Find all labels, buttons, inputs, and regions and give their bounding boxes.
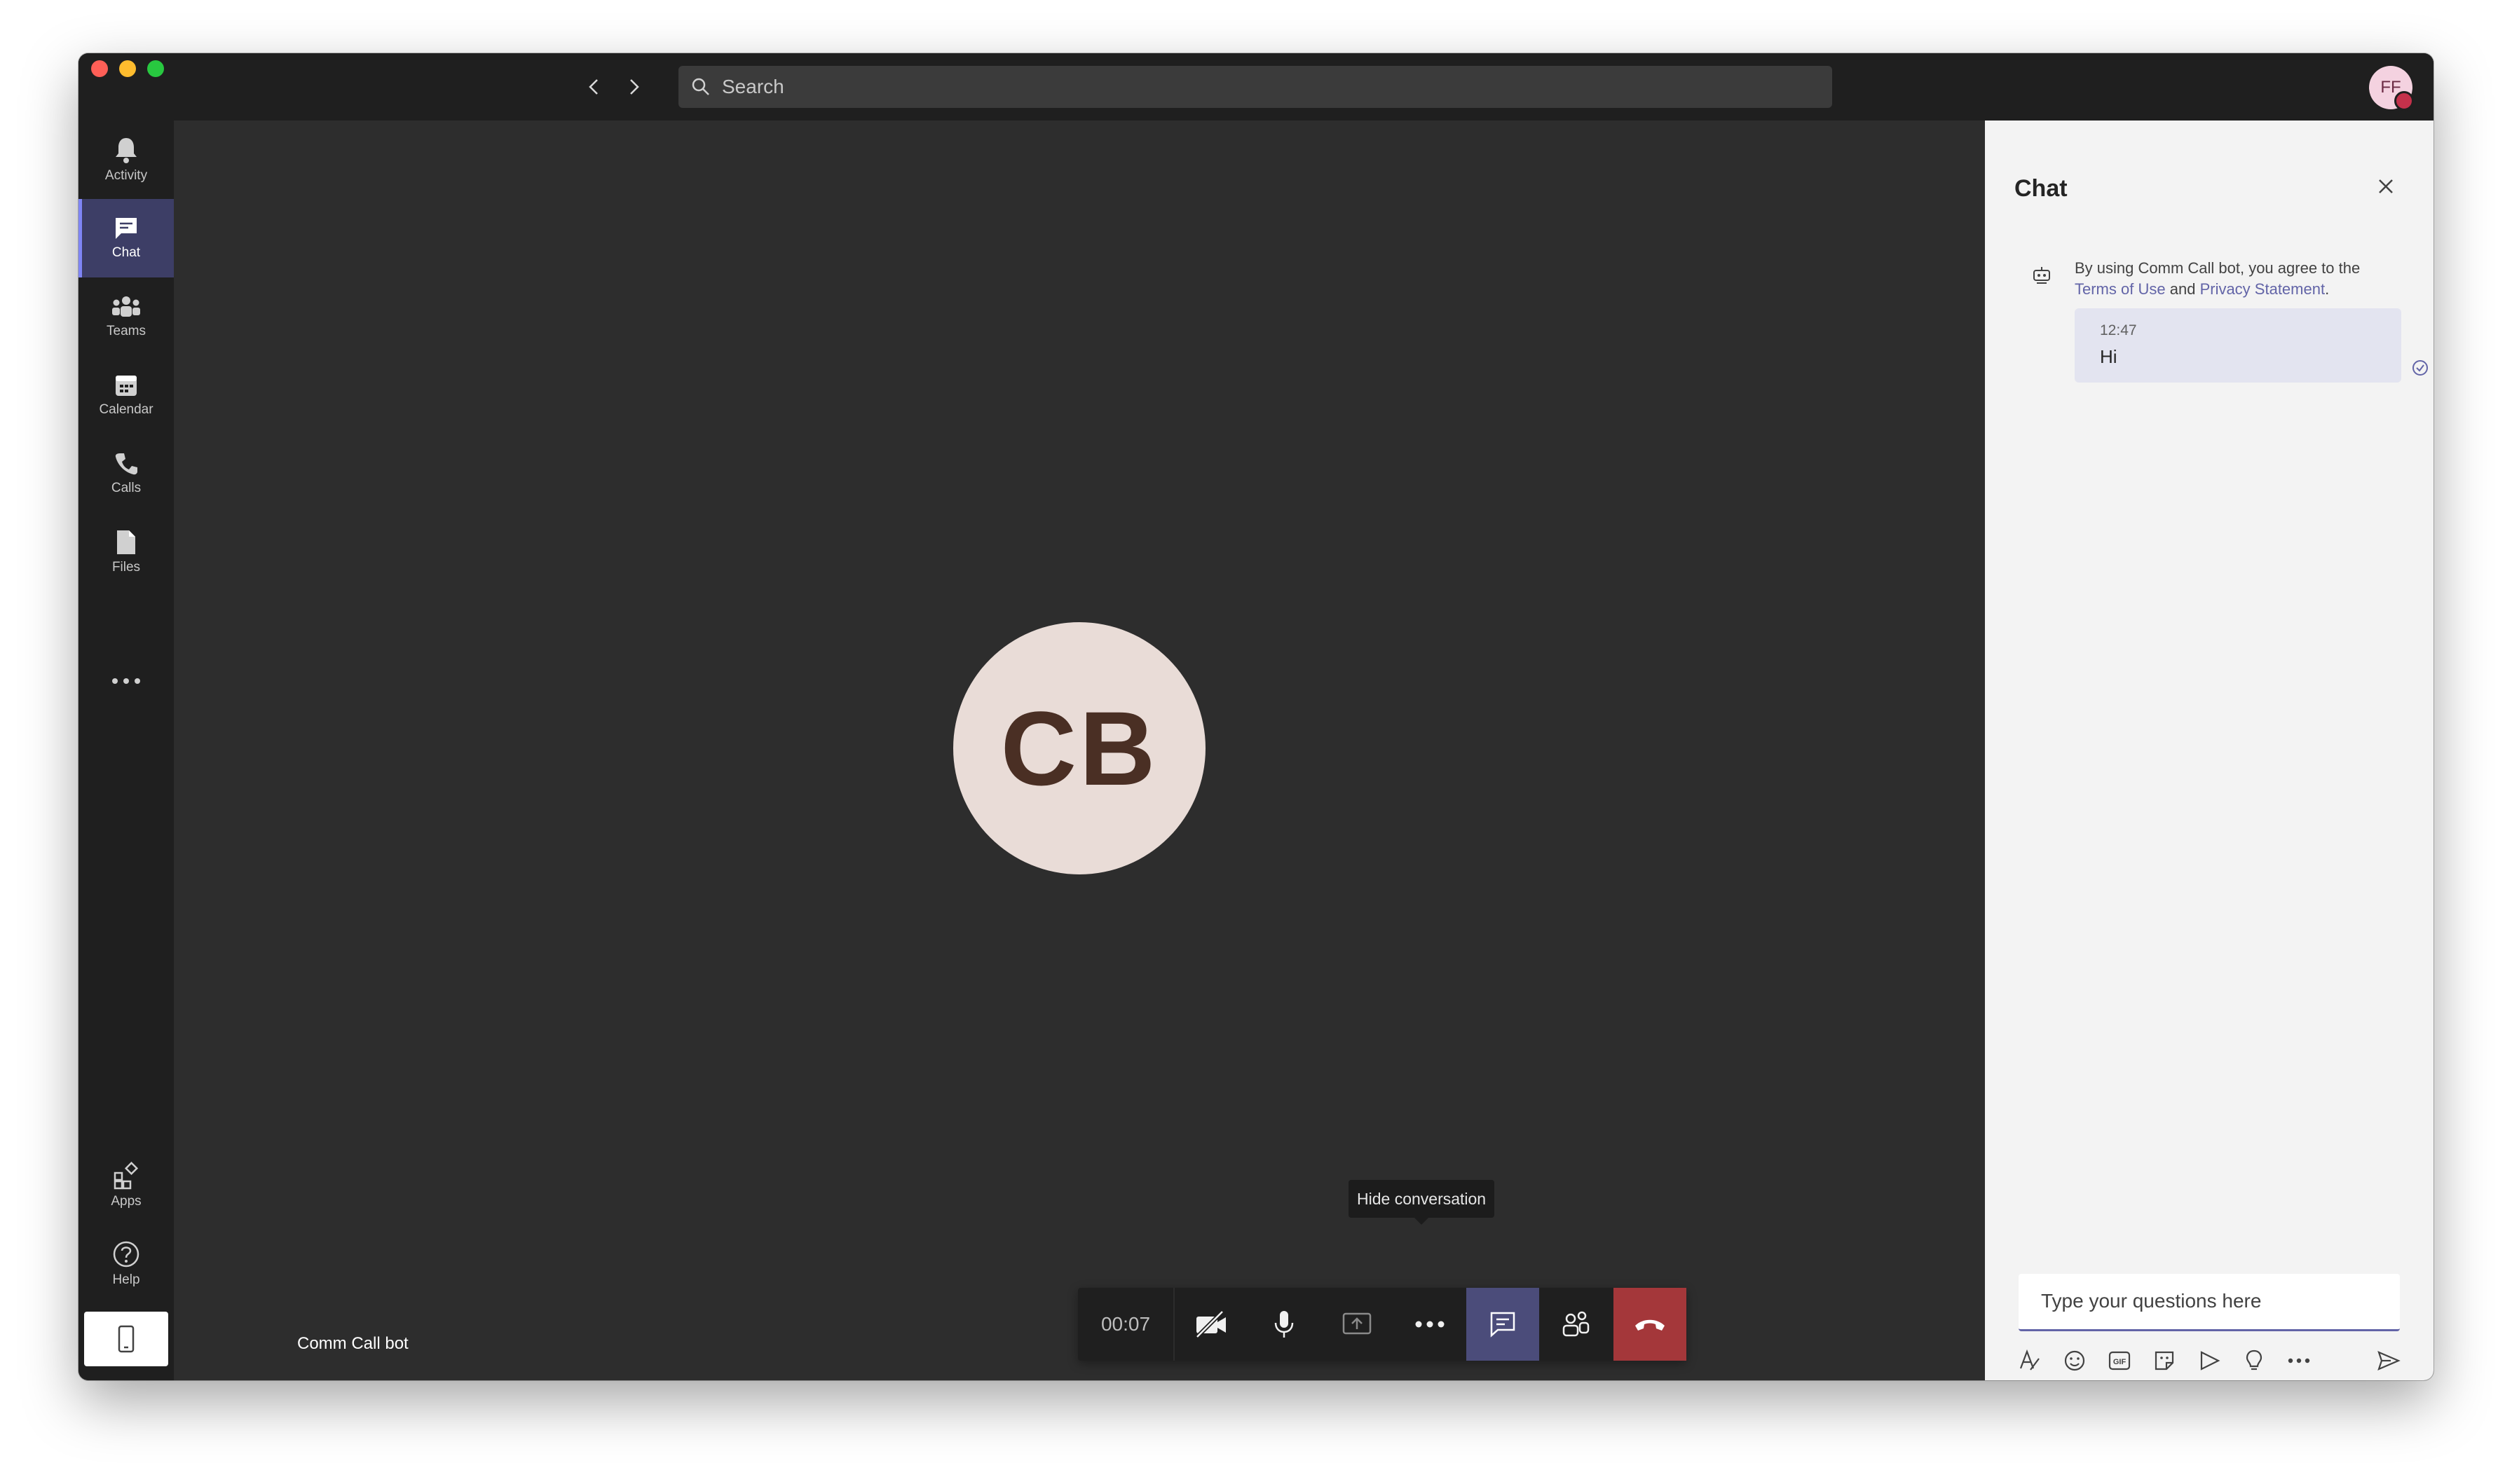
compose-box[interactable] xyxy=(2019,1274,2400,1331)
more-icon xyxy=(112,678,140,684)
share-screen-icon xyxy=(1342,1312,1372,1335)
sidebar-item-label: Apps xyxy=(111,1194,142,1209)
sidebar-item-label: Calendar xyxy=(99,402,153,417)
microphone-icon xyxy=(1274,1311,1294,1338)
format-icon xyxy=(2019,1349,2040,1370)
camera-toggle-button[interactable] xyxy=(1175,1288,1248,1361)
sidebar-item-label: Teams xyxy=(107,324,146,338)
terms-of-use-link[interactable]: Terms of Use xyxy=(2075,280,2166,298)
send-button[interactable] xyxy=(2372,1344,2405,1377)
chat-message[interactable]: 12:47 Hi xyxy=(2075,308,2401,383)
minimize-window-button[interactable] xyxy=(119,60,136,77)
sidebar-item-chat[interactable]: Chat xyxy=(78,199,174,277)
message-text: Hi xyxy=(2100,346,2117,367)
sidebar-item-activity[interactable]: Activity xyxy=(78,121,174,199)
sidebar-item-label: Help xyxy=(112,1272,140,1287)
gif-button[interactable]: GIF xyxy=(2103,1344,2136,1377)
search-input[interactable] xyxy=(721,75,1775,99)
sidebar-item-teams[interactable]: Teams xyxy=(78,277,174,356)
camera-off-icon xyxy=(1195,1310,1226,1338)
search-icon xyxy=(690,76,712,98)
sent-check-icon xyxy=(2411,359,2429,377)
call-timer: 00:07 xyxy=(1078,1288,1175,1361)
chevron-left-icon xyxy=(589,79,598,95)
sidebar-item-files[interactable]: Files xyxy=(78,513,174,591)
participant-avatar: CB xyxy=(953,622,1206,874)
call-stage: CB Comm Call bot Hide conversation 00:07 xyxy=(174,121,1985,1380)
chat-icon xyxy=(116,218,137,239)
profile-avatar[interactable]: FF xyxy=(2369,66,2414,111)
mobile-device-icon xyxy=(118,1325,135,1353)
privacy-statement-link[interactable]: Privacy Statement xyxy=(2200,280,2326,298)
teams-icon xyxy=(112,296,140,317)
format-button[interactable] xyxy=(2013,1344,2047,1377)
lightbulb-icon xyxy=(2246,1349,2262,1370)
sidebar-item-calls[interactable]: Calls xyxy=(78,434,174,513)
share-screen-button[interactable] xyxy=(1320,1288,1393,1361)
hide-conversation-tooltip: Hide conversation xyxy=(1349,1180,1495,1225)
calendar-icon xyxy=(116,376,137,396)
sidebar-item-label: Chat xyxy=(111,245,141,260)
close-icon xyxy=(2379,179,2393,193)
call-controls: 00:07 xyxy=(1078,1288,1686,1361)
help-icon xyxy=(113,1241,139,1267)
sidebar-item-label: Files xyxy=(111,560,141,575)
meet-icon xyxy=(2200,1351,2220,1370)
praise-button[interactable] xyxy=(2237,1344,2271,1377)
sticker-icon xyxy=(2155,1351,2174,1370)
app-rail: Activity Chat Teams Calendar Calls Files… xyxy=(78,121,174,1380)
compose-input[interactable] xyxy=(2040,1289,2386,1313)
apps-icon xyxy=(114,1162,139,1190)
message-timestamp: 12:47 xyxy=(2100,322,2137,338)
file-icon xyxy=(117,530,135,554)
device-button[interactable] xyxy=(84,1312,168,1366)
people-icon xyxy=(1562,1311,1590,1337)
sidebar-item-label: Calls xyxy=(111,481,142,495)
more-apps-button[interactable] xyxy=(78,660,174,702)
forward-button[interactable] xyxy=(620,73,648,101)
chat-panel-title: Chat xyxy=(2014,175,2068,202)
sidebar-item-label: Activity xyxy=(104,168,148,183)
svg-text:GIF: GIF xyxy=(2113,1358,2127,1366)
notice-suffix: . xyxy=(2325,280,2330,298)
send-icon xyxy=(2377,1351,2401,1370)
hang-up-button[interactable] xyxy=(1613,1288,1686,1361)
emoji-button[interactable] xyxy=(2058,1344,2091,1377)
more-actions-button[interactable] xyxy=(1393,1288,1466,1361)
notice-and: and xyxy=(2169,280,2196,298)
bell-icon xyxy=(116,138,137,163)
mic-toggle-button[interactable] xyxy=(1248,1288,1320,1361)
show-conversation-button[interactable] xyxy=(1466,1288,1539,1361)
title-bar: FF xyxy=(78,53,2434,121)
chat-panel: Chat By using Comm Call bot, you agree t… xyxy=(1985,121,2434,1380)
compose-toolbar: GIF xyxy=(2013,1344,2412,1377)
close-window-button[interactable] xyxy=(91,60,108,77)
bot-consent-notice: By using Comm Call bot, you agree to the… xyxy=(2075,258,2411,300)
more-options-button[interactable] xyxy=(2282,1344,2316,1377)
search-bar[interactable] xyxy=(678,66,1832,108)
meet-now-button[interactable] xyxy=(2192,1344,2226,1377)
participants-button[interactable] xyxy=(1539,1288,1612,1361)
chevron-right-icon xyxy=(630,79,639,95)
notice-text: By using Comm Call bot, you agree to the xyxy=(2075,259,2361,277)
close-chat-button[interactable] xyxy=(2368,168,2404,205)
participant-initials: CB xyxy=(1000,689,1159,807)
hang-up-icon xyxy=(1635,1319,1665,1331)
sticker-button[interactable] xyxy=(2148,1344,2181,1377)
more-icon xyxy=(2288,1358,2310,1363)
presence-badge xyxy=(2394,91,2414,111)
maximize-window-button[interactable] xyxy=(147,60,164,77)
back-button[interactable] xyxy=(580,73,608,101)
bot-icon xyxy=(2030,263,2054,287)
phone-icon xyxy=(115,453,137,475)
gif-icon: GIF xyxy=(2108,1351,2131,1370)
teams-window: FF Activity Chat Teams Calendar Calls Fi… xyxy=(78,53,2434,1380)
sidebar-item-apps[interactable]: Apps xyxy=(78,1146,174,1225)
sidebar-item-help[interactable]: Help xyxy=(78,1225,174,1303)
chat-icon xyxy=(1490,1312,1515,1338)
more-icon xyxy=(1415,1321,1445,1328)
participant-name: Comm Call bot xyxy=(297,1334,409,1353)
sidebar-item-calendar[interactable]: Calendar xyxy=(78,356,174,434)
emoji-icon xyxy=(2064,1350,2085,1371)
